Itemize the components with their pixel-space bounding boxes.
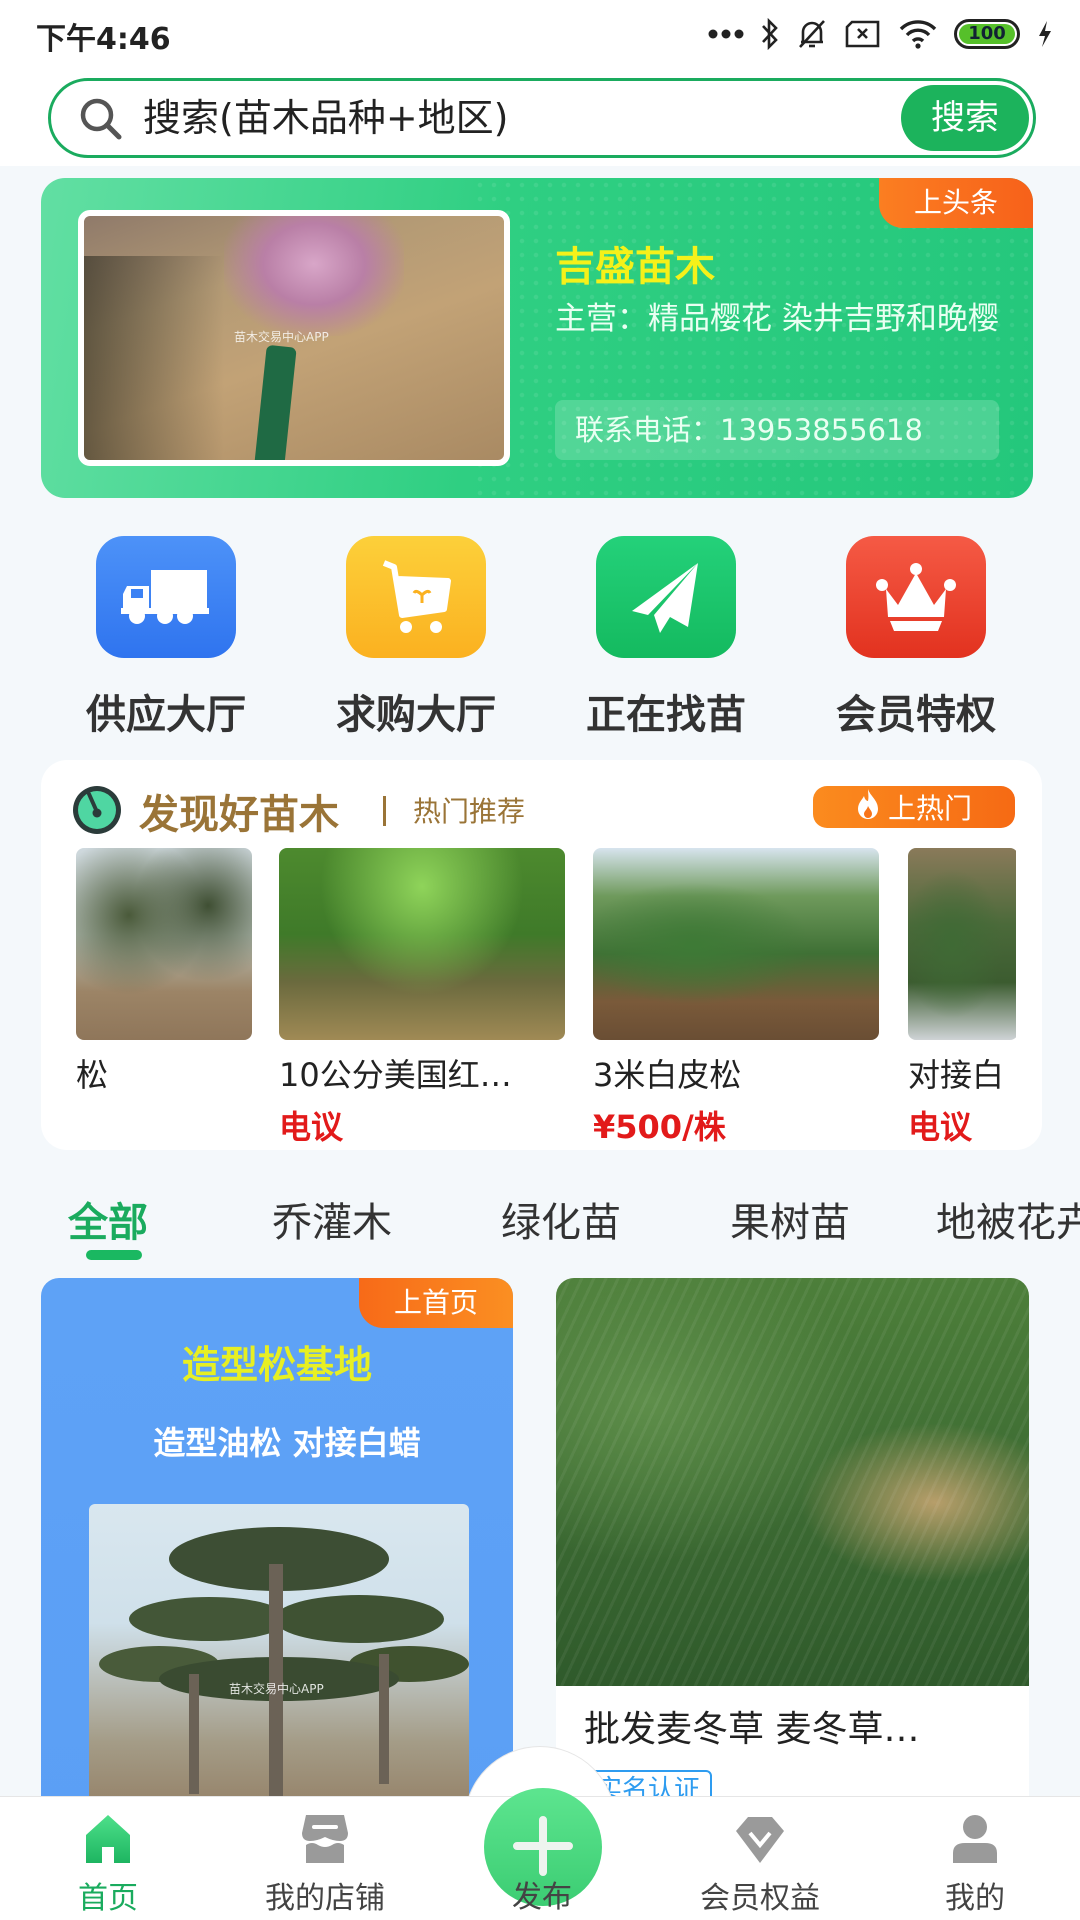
discover-subtitle: 热门推荐 — [413, 795, 526, 828]
discover-item-image — [279, 848, 565, 1040]
discover-item[interactable]: 3米白皮松 ¥500/株 — [593, 848, 879, 1148]
tab-ground-cover[interactable]: 地被花卉 — [936, 1190, 1080, 1248]
card-subtitle: 造型油松 对接白蜡 — [153, 1424, 421, 1462]
search-placeholder: 搜索(苗木品种+地区) — [143, 96, 509, 140]
discover-item-name: 10公分美国红… — [279, 1056, 512, 1094]
discover-item-image — [76, 848, 252, 1040]
discover-item-name: 松 — [76, 1056, 109, 1094]
homepage-promo-badge[interactable]: 上首页 — [359, 1278, 513, 1328]
nav-label: 我的店铺 — [265, 1881, 385, 1916]
discover-list[interactable]: 松 10公分美国红… 电议 3米白皮松 ¥500/株 对接白 电议 — [76, 848, 1016, 1148]
quick-link-purchase-hall[interactable]: 求购大厅 — [291, 530, 541, 740]
tab-greening-seedlings[interactable]: 绿化苗 — [501, 1190, 621, 1248]
discover-item[interactable]: 松 — [76, 848, 252, 1102]
quick-link-label: 正在找苗 — [586, 692, 746, 738]
top-headline-badge[interactable]: 上头条 — [879, 178, 1033, 228]
mute-bell-icon — [796, 17, 828, 51]
active-tab-indicator — [86, 1250, 142, 1260]
discover-item[interactable]: 10公分美国红… 电议 — [279, 848, 565, 1148]
search-icon — [77, 95, 125, 143]
quick-link-label: 会员特权 — [836, 692, 996, 738]
quick-link-label: 供应大厅 — [86, 692, 246, 738]
promo-banner[interactable]: 苗木交易中心APP 上头条 吉盛苗木 主营：精品樱花 染井吉野和晚樱 联系电话：… — [41, 178, 1033, 498]
discover-item-image — [908, 848, 1016, 1040]
no-sim-icon — [844, 19, 882, 49]
banner-company-name: 吉盛苗木 — [555, 244, 715, 290]
title-divider — [383, 796, 386, 826]
tab-fruit-seedlings[interactable]: 果树苗 — [730, 1190, 850, 1248]
card-image — [556, 1278, 1029, 1686]
search-button[interactable]: 搜索 — [901, 85, 1029, 151]
plus-icon — [511, 1814, 575, 1881]
store-icon — [295, 1813, 355, 1865]
crown-icon — [846, 536, 986, 658]
search-area: 搜索(苗木品种+地区) 搜索 — [0, 68, 1080, 166]
tab-all[interactable]: 全部 — [68, 1190, 148, 1248]
banner-main-business: 主营：精品樱花 染井吉野和晚樱 — [555, 301, 999, 337]
go-hot-label: 上热门 — [887, 793, 972, 824]
status-icons: 100 — [708, 14, 1054, 54]
more-dots-icon — [708, 28, 744, 40]
discover-item[interactable]: 对接白 电议 — [908, 848, 1016, 1148]
user-icon — [945, 1813, 1005, 1865]
discover-item-price: ¥500/株 — [593, 1108, 726, 1146]
tab-trees-shrubs[interactable]: 乔灌木 — [272, 1190, 392, 1248]
truck-icon — [96, 536, 236, 658]
discover-item-price: 电议 — [279, 1108, 344, 1146]
image-watermark: 苗木交易中心APP — [234, 330, 329, 344]
quick-link-member-privileges[interactable]: 会员特权 — [791, 530, 1041, 740]
banner-image: 苗木交易中心APP — [78, 210, 510, 466]
banner-phone[interactable]: 联系电话：13953855618 — [555, 400, 999, 460]
quick-link-supply-hall[interactable]: 供应大厅 — [41, 530, 291, 740]
compass-icon — [71, 784, 123, 836]
nav-label: 我的 — [945, 1881, 1005, 1916]
bluetooth-icon — [760, 17, 780, 51]
battery-level: 100 — [959, 24, 1015, 44]
nav-label: 首页 — [78, 1881, 138, 1916]
card-image: 苗木交易中心APP — [89, 1504, 469, 1838]
discover-item-name: 对接白 — [908, 1056, 1005, 1094]
feed-card[interactable]: 批发麦冬草 麦冬草… 实名认证 — [556, 1278, 1029, 1838]
status-bar: 下午4:46 100 — [0, 0, 1080, 68]
diamond-icon — [730, 1813, 790, 1865]
home-icon — [78, 1813, 138, 1865]
card-title: 造型松基地 — [181, 1343, 372, 1387]
discover-title: 发现好苗木 — [139, 792, 339, 838]
discover-item-image — [593, 848, 879, 1040]
search-input[interactable]: 搜索(苗木品种+地区) 搜索 — [48, 78, 1036, 158]
nav-my-store[interactable]: 我的店铺 — [245, 1797, 405, 1920]
category-tabs: 全部 乔灌木 绿化苗 果树苗 地被花卉 — [0, 1180, 1080, 1260]
paper-plane-icon — [596, 536, 736, 658]
quick-link-label: 求购大厅 — [336, 692, 496, 738]
quick-link-seeking-seedlings[interactable]: 正在找苗 — [541, 530, 791, 740]
wifi-icon — [898, 19, 938, 49]
nav-publish-label[interactable]: 发布 — [490, 1872, 594, 1916]
feed-card[interactable]: 上首页 造型松基地 造型油松 对接白蜡 苗木交易中心APP — [41, 1278, 513, 1838]
discover-item-price: 电议 — [908, 1108, 973, 1146]
discover-section: 发现好苗木 热门推荐 上热门 松 10公分美国红… 电议 3米白皮松 ¥500/… — [41, 760, 1042, 1150]
quick-links: 供应大厅 求购大厅 正在找苗 会员特权 — [41, 530, 1041, 740]
nav-member-benefits[interactable]: 会员权益 — [680, 1797, 840, 1920]
card-title: 批发麦冬草 麦冬草… — [584, 1709, 920, 1750]
nav-home[interactable]: 首页 — [28, 1797, 188, 1920]
charging-icon — [1036, 19, 1054, 49]
image-watermark: 苗木交易中心APP — [229, 1682, 324, 1696]
battery-icon: 100 — [954, 19, 1020, 49]
nav-me[interactable]: 我的 — [895, 1797, 1055, 1920]
discover-item-name: 3米白皮松 — [593, 1056, 742, 1094]
flame-icon — [856, 788, 880, 827]
go-hot-button[interactable]: 上热门 — [813, 786, 1015, 828]
cart-icon — [346, 536, 486, 658]
nav-label: 会员权益 — [700, 1881, 820, 1916]
status-time: 下午4:46 — [36, 22, 171, 57]
